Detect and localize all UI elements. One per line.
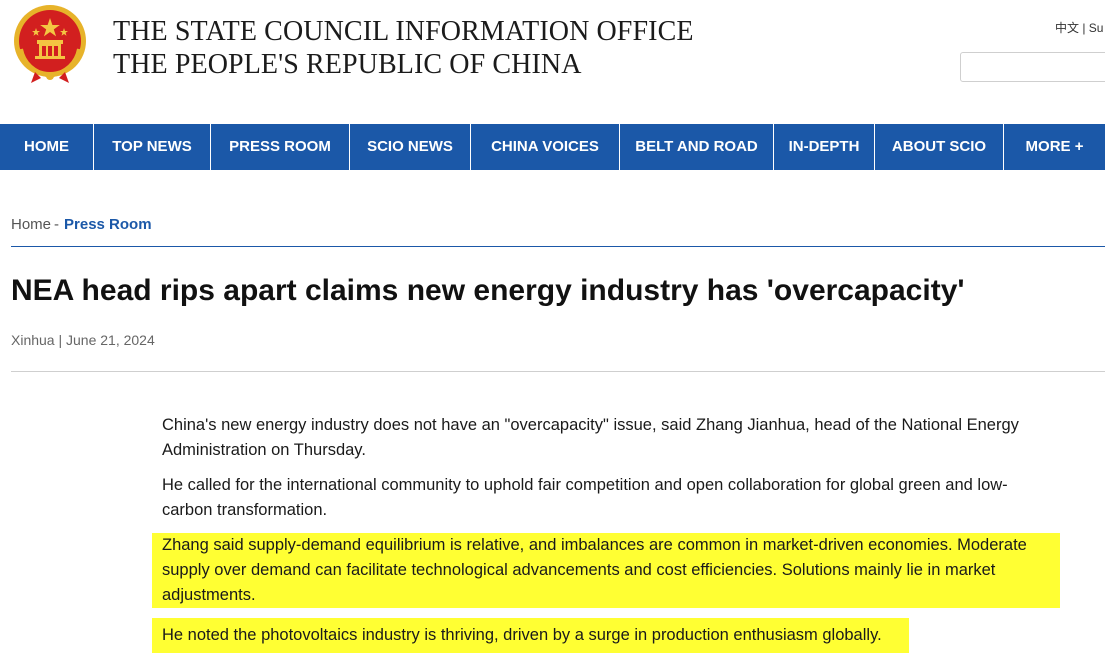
breadcrumb-home[interactable]: Home [11,216,51,233]
breadcrumb-divider [11,246,1105,247]
article-body: China's new energy industry does not hav… [152,413,1062,663]
language-switcher[interactable]: 中文 | Su [1055,19,1103,36]
breadcrumb: Home - Press Room [11,216,152,233]
breadcrumb-separator: - [54,216,60,233]
main-nav: HOME TOP NEWS PRESS ROOM SCIO NEWS CHINA… [0,124,1105,170]
language-links[interactable]: 中文 | Su [1055,21,1103,35]
national-emblem-logo[interactable] [11,4,89,84]
nav-belt-and-road[interactable]: BELT AND ROAD [620,124,774,170]
breadcrumb-press-room[interactable]: Press Room [64,216,152,233]
article-headline: NEA head rips apart claims new energy in… [11,274,965,307]
article-paragraph: He called for the international communit… [162,476,1008,519]
nav-press-room[interactable]: PRESS ROOM [211,124,350,170]
search-input[interactable] [960,52,1105,82]
site-title[interactable]: THE STATE COUNCIL INFORMATION OFFICE THE… [113,15,694,81]
nav-china-voices[interactable]: CHINA VOICES [471,124,620,170]
nav-in-depth[interactable]: IN-DEPTH [774,124,875,170]
nav-home[interactable]: HOME [0,124,94,170]
article-byline: Xinhua | June 21, 2024 [11,332,155,348]
site-title-line1: THE STATE COUNCIL INFORMATION OFFICE [113,16,694,47]
article-paragraph: China's new energy industry does not hav… [162,416,1019,459]
byline-divider [11,371,1105,372]
highlighted-paragraph: He noted the photovoltaics industry is t… [152,618,909,653]
highlighted-paragraph: Zhang said supply-demand equilibrium is … [152,533,1060,608]
nav-more[interactable]: MORE + [1004,124,1105,170]
site-title-line2: THE PEOPLE'S REPUBLIC OF CHINA [113,49,582,80]
nav-about-scio[interactable]: ABOUT SCIO [875,124,1004,170]
nav-top-news[interactable]: TOP NEWS [94,124,211,170]
nav-scio-news[interactable]: SCIO NEWS [350,124,471,170]
